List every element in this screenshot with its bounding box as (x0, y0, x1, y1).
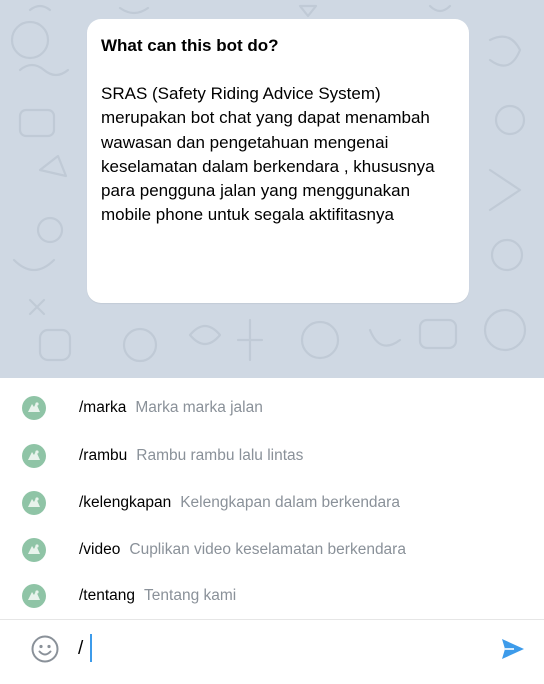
command-item-rambu[interactable]: /rambu Rambu rambu lalu lintas (0, 432, 544, 480)
command-item-marka[interactable]: /marka Marka marka jalan (0, 384, 544, 432)
command-name: /rambu (79, 447, 128, 464)
message-input-bar (0, 620, 544, 684)
text-cursor (90, 634, 92, 662)
command-description: Marka marka jalan (135, 399, 263, 416)
command-name: /video (79, 541, 121, 558)
send-arrow-icon[interactable] (500, 636, 526, 662)
message-input[interactable] (78, 630, 458, 668)
bot-avatar-icon (22, 444, 46, 468)
command-description: Kelengkapan dalam berkendara (180, 494, 400, 511)
info-card-title: What can this bot do? (101, 36, 279, 55)
command-description: Cuplikan video keselamatan berkendara (129, 541, 406, 558)
info-card-body: SRAS (Safety Riding Advice System) merup… (101, 84, 435, 225)
command-item-video[interactable]: /video Cuplikan video keselamatan berken… (0, 526, 544, 574)
bot-avatar-icon (22, 584, 46, 608)
command-name: /tentang (79, 587, 136, 604)
bot-info-card: What can this bot do? SRAS (Safety Ridin… (87, 19, 469, 303)
command-suggestion-list: /marka Marka marka jalan /rambu Rambu ra… (0, 378, 544, 620)
bot-avatar-icon (22, 538, 46, 562)
smiley-icon[interactable] (30, 634, 60, 664)
command-item-tentang[interactable]: /tentang Tentang kami (0, 572, 544, 620)
chat-background: What can this bot do? SRAS (Safety Ridin… (0, 0, 544, 378)
command-name: /kelengkapan (79, 494, 172, 511)
command-item-kelengkapan[interactable]: /kelengkapan Kelengkapan dalam berkendar… (0, 479, 544, 527)
bot-avatar-icon (22, 491, 46, 515)
command-name: /marka (79, 399, 127, 416)
command-description: Rambu rambu lalu lintas (136, 447, 304, 464)
bot-avatar-icon (22, 396, 46, 420)
command-description: Tentang kami (144, 587, 237, 604)
